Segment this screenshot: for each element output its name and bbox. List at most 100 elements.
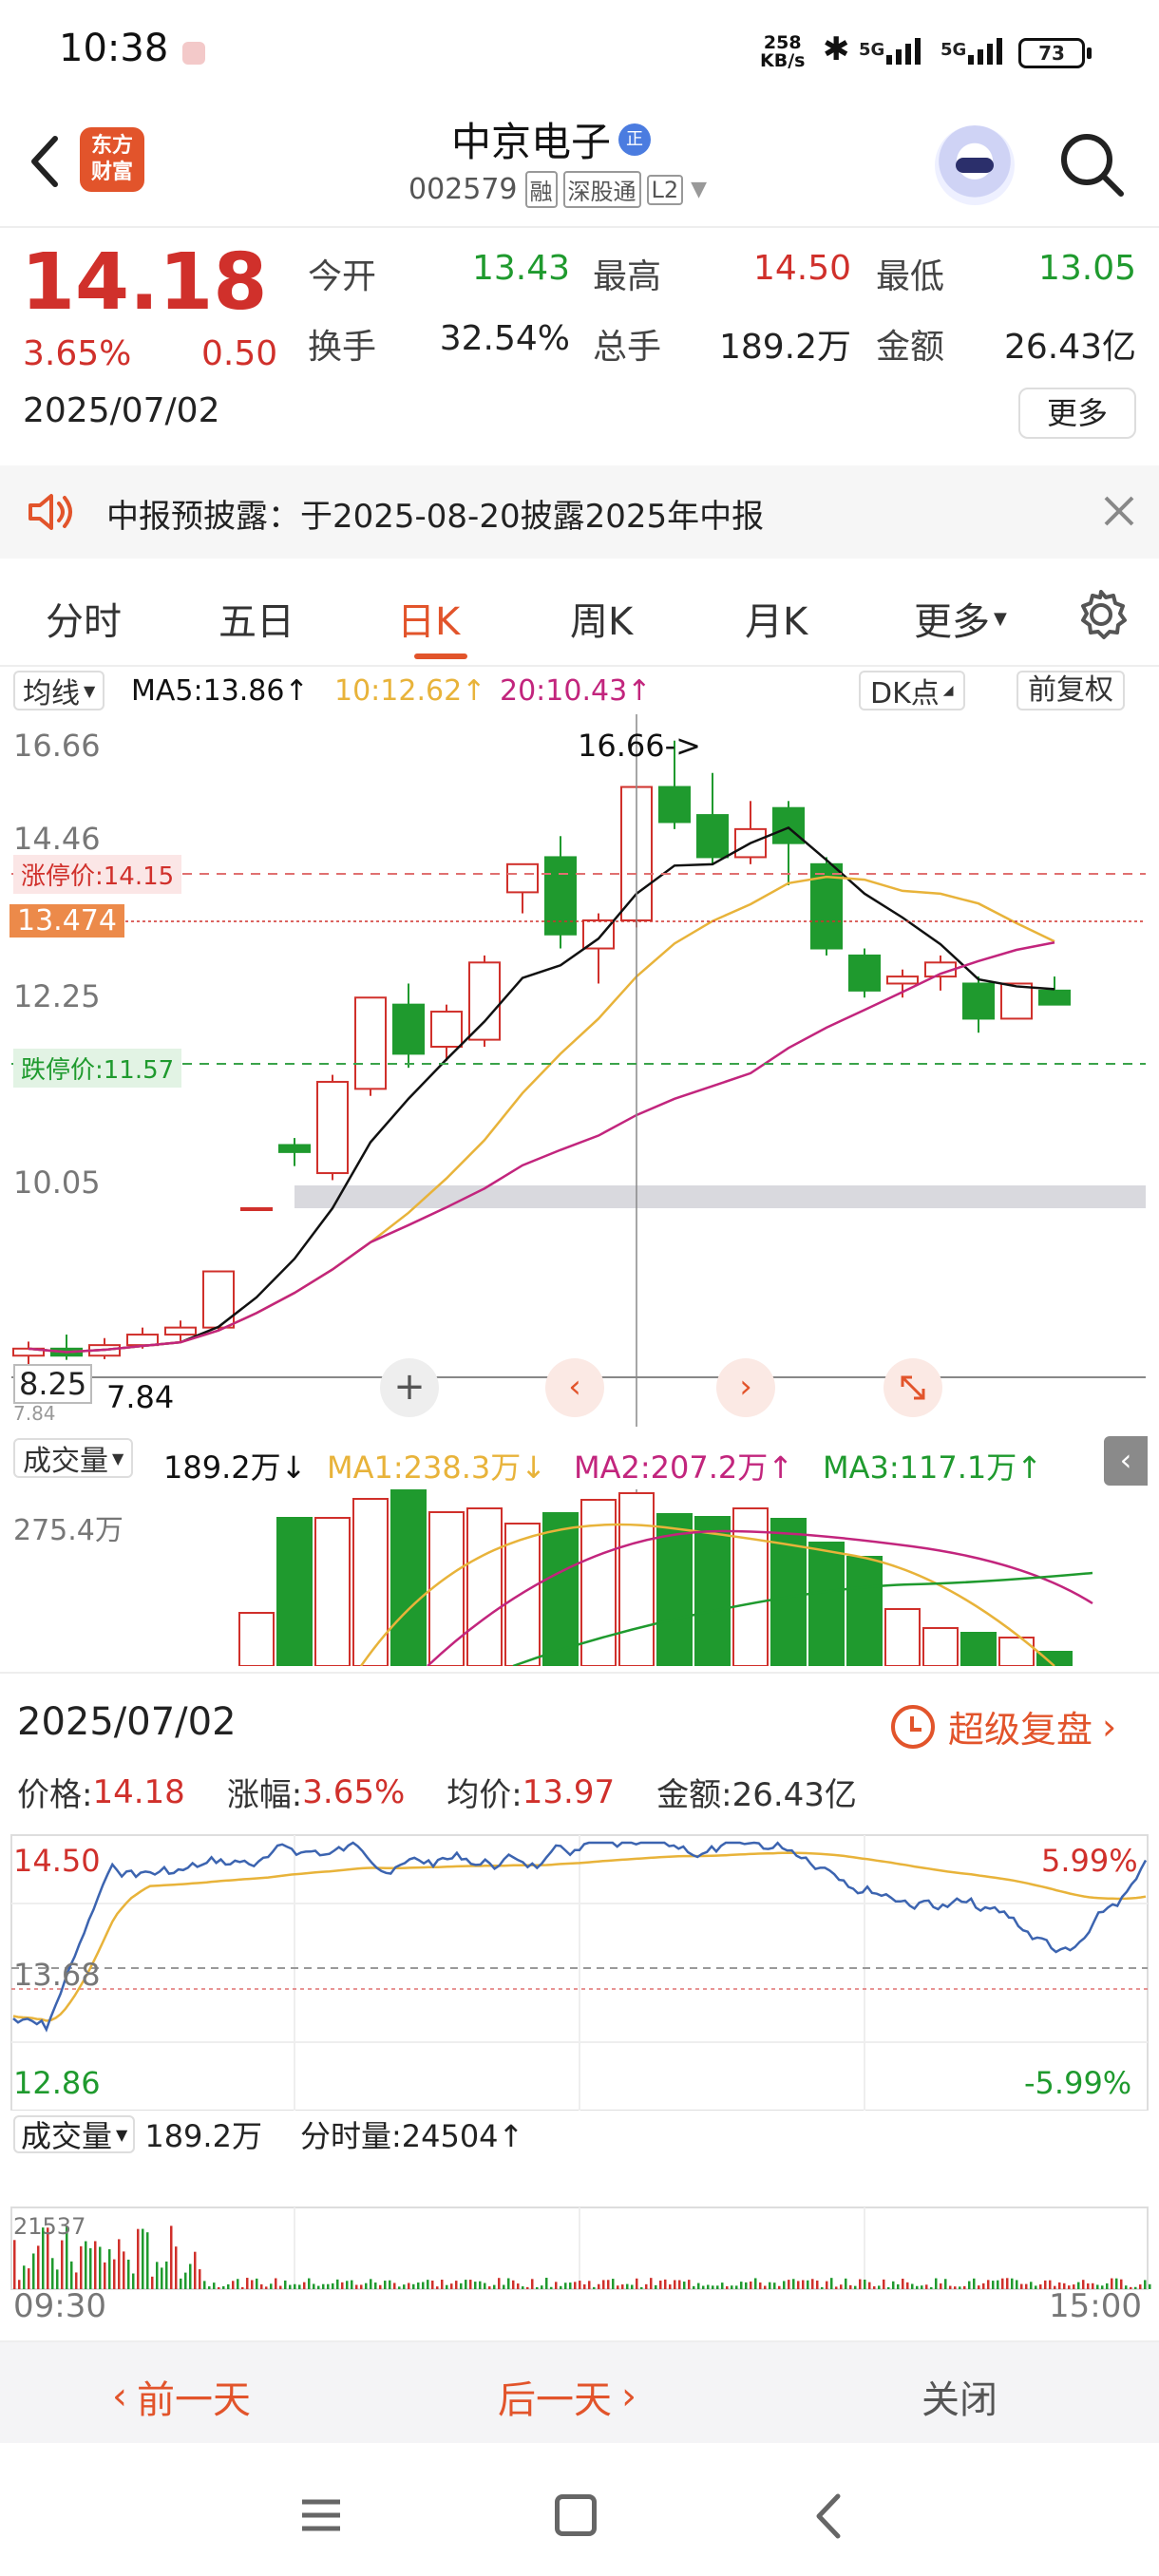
volume-selector[interactable]: 成交量 ▼ <box>13 1438 134 1478</box>
tick-volume-bar <box>180 2278 182 2289</box>
tick-volume-bar <box>949 2285 952 2289</box>
tick-volume-bar <box>545 2278 548 2289</box>
tick-volume-bar <box>431 2280 434 2289</box>
brand-logo[interactable]: 东方 财富 <box>80 127 144 192</box>
tick-volume-bar <box>327 2283 330 2289</box>
tick-volume-bar <box>260 2283 263 2289</box>
tick-volume-bar <box>469 2280 472 2289</box>
tick-volume-bar <box>175 2246 178 2289</box>
tick-volume-bar <box>707 2284 710 2289</box>
tick-volume-bar <box>465 2280 467 2289</box>
tick-volume-bar <box>602 2280 605 2289</box>
dk-point-button[interactable]: DK点 ◢ <box>859 671 965 710</box>
tick-volume-bar <box>859 2279 862 2289</box>
tick-volume-bar <box>788 2280 790 2289</box>
candle-body <box>962 982 995 1020</box>
ma-selector[interactable]: 均线 ▼ <box>13 671 105 710</box>
tick-volume-bar <box>313 2283 315 2289</box>
stock-code-row: 002579 融 深股通 L2 ▼ <box>408 171 707 208</box>
next-day-button[interactable]: 后一天 › <box>498 2369 636 2424</box>
tick-volume-bar <box>222 2286 225 2289</box>
intraday-pct-low: -5.99% <box>1024 2065 1132 2101</box>
tick-volume-bar <box>645 2283 648 2289</box>
stat-volume-value: 189.2万 <box>718 328 851 367</box>
tick-volume-bar <box>1149 2283 1151 2289</box>
scroll-right-button[interactable]: › <box>716 1358 775 1417</box>
tick-volume-bar <box>412 2283 415 2289</box>
tick-volume-bar <box>123 2251 125 2289</box>
tick-volume-bar <box>493 2284 496 2289</box>
ma5-line <box>28 825 1055 1354</box>
tick-volume-bar <box>930 2286 933 2289</box>
tick-volume-bar <box>398 2286 401 2289</box>
tick-volume-bar <box>360 2284 363 2289</box>
super-replay-button[interactable]: 超级复盘 › <box>891 1700 1116 1752</box>
intraday-chart[interactable] <box>0 1826 1159 2111</box>
ma10-legend: 10:12.62↑ <box>334 674 486 708</box>
close-button[interactable]: 关闭 <box>922 2369 998 2424</box>
tab-more[interactable]: 更多 ▼ <box>914 591 1007 646</box>
back-nav-icon[interactable] <box>809 2492 847 2540</box>
candle-body <box>468 961 501 1041</box>
tick-volume-bar <box>70 2261 73 2289</box>
tick-volume-bar <box>569 2282 572 2289</box>
stat-amount-label: 金额 <box>876 328 945 367</box>
tick-volume-bar <box>721 2282 724 2289</box>
tick-volume-bar <box>1039 2284 1042 2289</box>
notice-bar[interactable]: 中报预披露：于2025-08-20披露2025年中报 <box>0 465 1159 559</box>
tick-volume-bar <box>802 2280 805 2289</box>
volume-chart[interactable] <box>0 1489 1159 1666</box>
prev-day-button[interactable]: ‹ 前一天 <box>112 2369 251 2424</box>
tick-volume-bar <box>536 2286 539 2289</box>
replay-vol-selector[interactable]: 成交量 ▼ <box>13 2115 136 2154</box>
expand-icon[interactable] <box>884 1358 942 1417</box>
close-notice-icon[interactable] <box>1098 490 1140 532</box>
dropdown-icon[interactable]: ▼ <box>691 178 707 201</box>
tick-volume-bar <box>954 2286 957 2289</box>
tab-intraday[interactable]: 分时 <box>46 591 122 646</box>
tick-volume-bar <box>346 2281 349 2289</box>
period-tabs: 分时 五日 日K 周K 月K 更多 ▼ <box>0 562 1159 667</box>
kline-legend: 均线 ▼ MA5:13.86↑ 10:12.62↑ 20:10.43↑ DK点 ◢ … <box>0 667 1159 714</box>
tick-volume-bar <box>925 2284 928 2289</box>
tick-volume-bar <box>517 2283 520 2289</box>
tick-volume-bar <box>251 2280 254 2289</box>
change-pct: 3.65% <box>23 334 132 373</box>
more-button[interactable]: 更多 <box>1018 388 1136 439</box>
scroll-left-button[interactable]: ‹ <box>545 1358 604 1417</box>
ma10-line <box>28 875 1055 1354</box>
tick-volume-bar <box>830 2278 833 2289</box>
tick-volume-bar <box>474 2282 477 2289</box>
tick-volume-bar <box>284 2280 287 2289</box>
tick-volume-bar <box>99 2246 102 2289</box>
menu-icon[interactable] <box>300 2496 342 2534</box>
robot-avatar-icon[interactable] <box>935 125 1015 205</box>
tick-volume-bar <box>298 2284 301 2289</box>
search-icon[interactable] <box>1056 129 1127 199</box>
tab-daily-k[interactable]: 日K <box>397 591 460 646</box>
tick-volume-bar <box>944 2279 947 2289</box>
tick-volume-bar <box>379 2284 382 2289</box>
tab-five-day[interactable]: 五日 <box>218 591 294 646</box>
tick-volume-bar <box>688 2280 691 2289</box>
back-icon[interactable] <box>21 127 68 194</box>
status-bar: 10:38 258 KB/s ✱ 5G 5G 73 <box>0 0 1159 104</box>
collapse-left-icon[interactable]: ‹ <box>1104 1436 1148 1486</box>
tick-volume-bar <box>564 2282 567 2289</box>
tick-volume-bar <box>811 2279 814 2289</box>
tick-volume-bar <box>816 2280 819 2289</box>
tick-volume-bar <box>864 2279 866 2289</box>
candle-body <box>886 975 919 985</box>
tab-monthly-k[interactable]: 月K <box>745 591 808 646</box>
tick-volume-bar <box>935 2278 938 2289</box>
tick-volume-bar <box>507 2278 510 2289</box>
adjust-button[interactable]: 前复权 <box>1016 671 1125 710</box>
add-indicator-button[interactable]: + <box>380 1358 439 1417</box>
tick-volume-bar <box>127 2259 130 2289</box>
bluetooth-icon: ✱ <box>823 30 850 68</box>
home-icon[interactable] <box>555 2494 597 2536</box>
tick-volume-bar <box>450 2283 453 2289</box>
gear-icon[interactable] <box>1074 587 1129 642</box>
tick-volume-bar <box>636 2278 638 2289</box>
tab-weekly-k[interactable]: 周K <box>570 591 633 646</box>
